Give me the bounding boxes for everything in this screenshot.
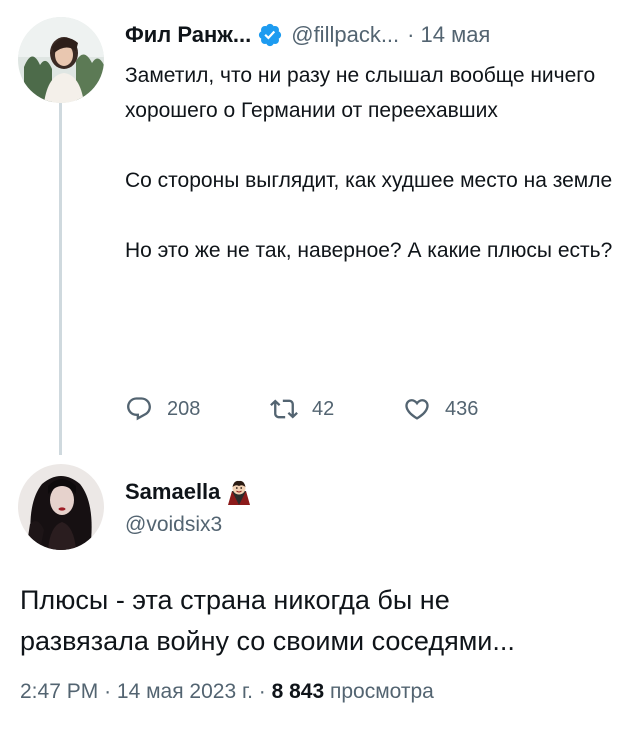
reply-date[interactable]: 14 мая 2023 г. [117,680,253,703]
reply-author-handle[interactable]: @voidsix3 [125,513,222,537]
tweet-paragraph: Заметил, что ни разу не слышал вообще ни… [125,64,596,122]
reply-text: Плюсы - эта страна никогда бы не развяза… [20,580,630,662]
vampire-emoji-icon [224,477,254,507]
tweet-text: Заметил, что ни разу не слышал вообще ни… [125,58,625,268]
like-button[interactable]: 436 [403,395,478,423]
separator-dot: · [258,680,266,703]
author-name[interactable]: Фил Ранж... [125,22,251,48]
tweet-actions: 208 42 436 [125,394,478,424]
reply-author-name[interactable]: Samaella [125,478,254,506]
avatar-image [18,17,104,103]
reply-text-line: развязала войну со своими соседями... [20,626,515,656]
reply-button[interactable]: 208 [125,395,270,423]
avatar-image [18,464,104,550]
verified-badge-icon [257,22,283,48]
like-count: 436 [445,397,479,420]
reply-count: 208 [167,397,201,420]
author-handle[interactable]: @fillpack... [291,22,399,48]
retweet-button[interactable]: 42 [270,395,403,423]
reply-author-name-text: Samaella [125,479,221,504]
tweet-paragraph: Но это же не так, наверное? А какие плюс… [125,239,613,262]
tweet-header: Фил Ранж... @fillpack... · 14 мая [125,20,490,50]
separator-dot: · [104,680,112,703]
reply-time[interactable]: 2:47 PM [20,680,98,703]
reply-icon [127,397,151,421]
tweet-paragraph: Со стороны выглядит, как худшее место на… [125,169,613,192]
avatar[interactable] [18,17,104,103]
avatar[interactable] [18,464,104,550]
reply-text-line: Плюсы - эта страна никогда бы не [20,585,450,615]
heart-icon [405,399,429,420]
separator-dot: · [407,22,415,47]
retweet-count: 42 [312,397,335,420]
views-count: 8 843 [271,680,325,703]
reply-metadata: 2:47 PM · 14 мая 2023 г. · 8 843 просмот… [20,680,434,704]
thread-connector-line [59,103,62,455]
views-label: просмотра [330,680,434,703]
tweet-date[interactable]: 14 мая [420,22,490,48]
retweet-icon [270,399,298,419]
